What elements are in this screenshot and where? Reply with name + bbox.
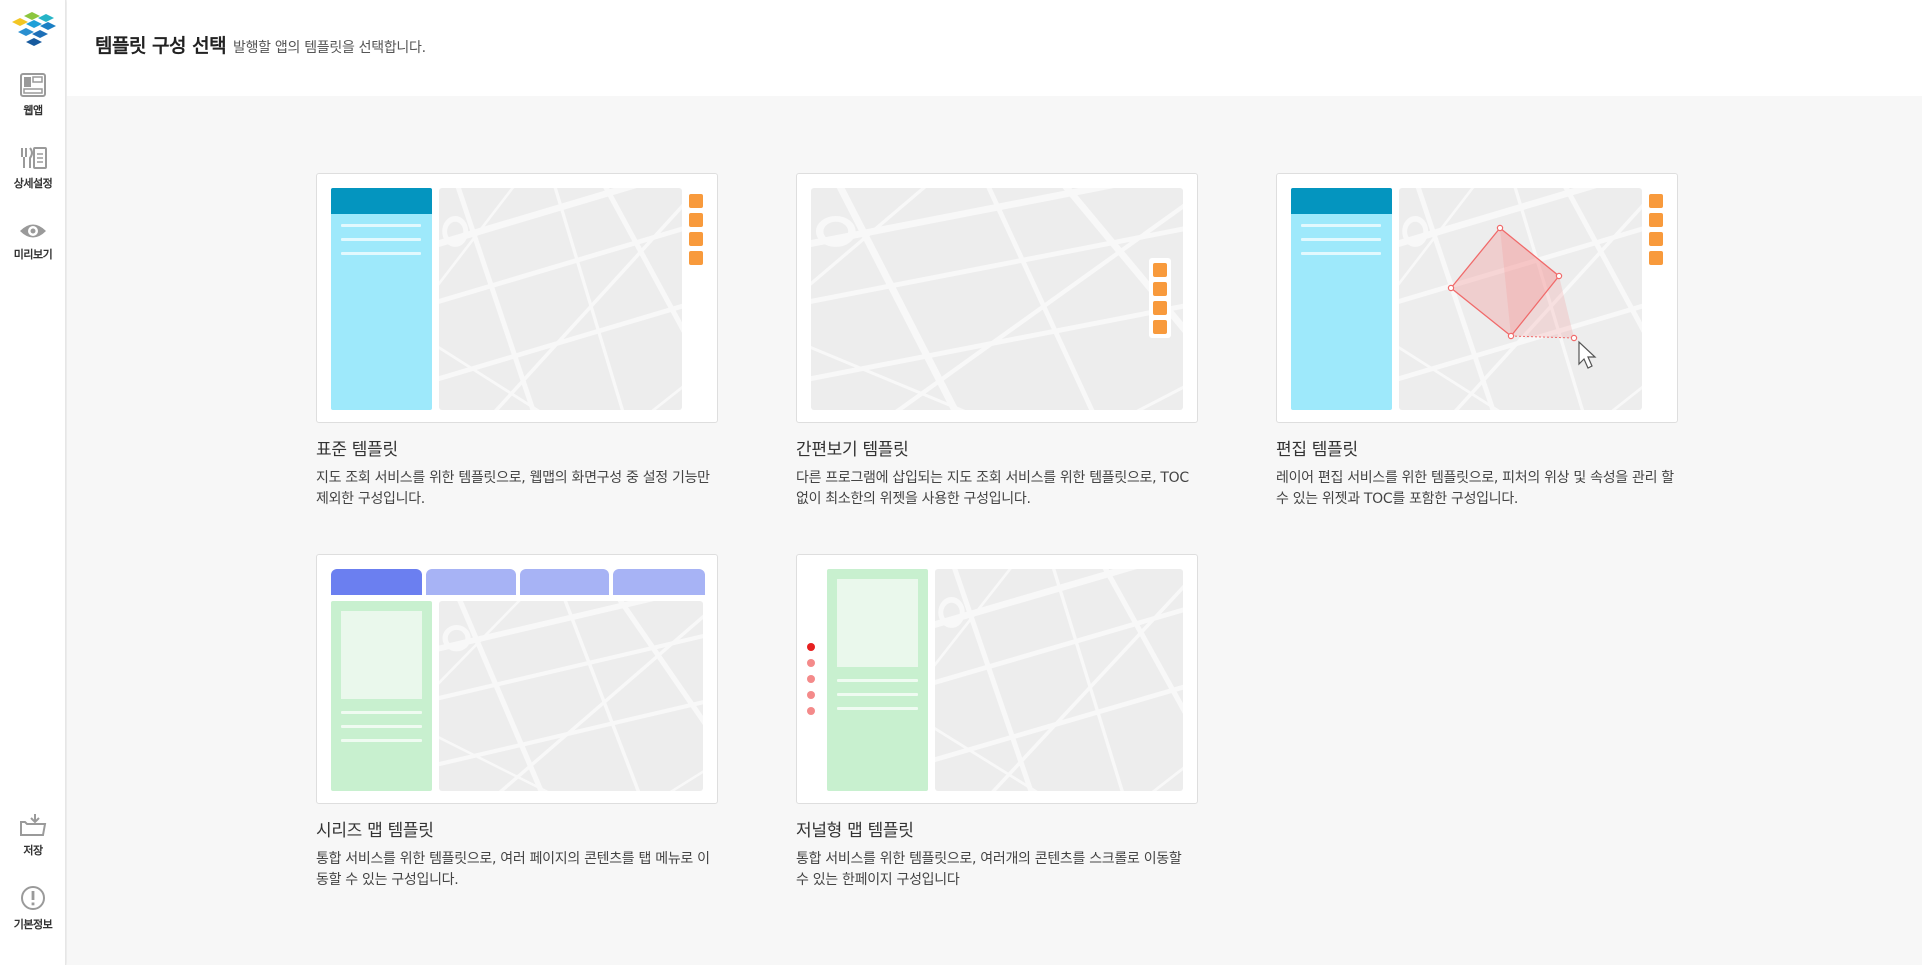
tool-button — [1649, 232, 1663, 246]
map-area — [439, 601, 703, 791]
tab — [520, 569, 609, 595]
template-card-edit[interactable]: 편집 템플릿 레이어 편집 서비스를 위한 템플릿으로, 피처의 위상 및 속성… — [1276, 173, 1678, 510]
scroll-indicator — [807, 659, 815, 667]
nav-item-preview[interactable]: 미리보기 — [0, 220, 66, 262]
scroll-indicator — [807, 691, 815, 699]
nav-label: 미리보기 — [13, 248, 53, 261]
sidebar: 웹앱 상세설정 미리보기 저장 기본정보 — [0, 0, 66, 965]
scroll-indicator-active — [807, 643, 815, 651]
nav-item-webapp[interactable]: 웹앱 — [0, 72, 66, 118]
eye-icon — [20, 224, 46, 238]
toc-panel — [331, 188, 432, 410]
scroll-indicator — [807, 707, 815, 715]
nav-label: 상세설정 — [13, 177, 53, 190]
template-thumbnail — [796, 173, 1198, 423]
template-card-journal-map[interactable]: 저널형 맵 템플릿 통합 서비스를 위한 템플릿으로, 여러개의 콘텐츠를 스크… — [796, 554, 1198, 891]
nav-item-save[interactable]: 저장 — [0, 812, 66, 858]
template-grid: 표준 템플릿 지도 조회 서비스를 위한 템플릿으로, 웹맵의 화면구성 중 설… — [67, 96, 1922, 965]
template-description: 레이어 편집 서비스를 위한 템플릿으로, 피처의 위상 및 속성을 관리 할 … — [1276, 470, 1674, 507]
tool-button — [689, 251, 703, 265]
tool-button — [1649, 213, 1663, 227]
settings-icon — [21, 147, 47, 169]
nav-item-basic-info[interactable]: 기본정보 — [0, 884, 66, 932]
nav-item-detail-settings[interactable]: 상세설정 — [0, 145, 66, 191]
tool-button — [689, 194, 703, 208]
template-description: 통합 서비스를 위한 템플릿으로, 여러 페이지의 콘텐츠를 탭 메뉴로 이동할… — [316, 851, 710, 888]
nav-label: 저장 — [23, 844, 43, 857]
info-icon — [21, 886, 45, 910]
tool-button — [1153, 263, 1167, 277]
tool-button — [1153, 282, 1167, 296]
map-area — [935, 569, 1183, 791]
toc-panel — [1291, 188, 1392, 410]
template-thumbnail — [316, 554, 718, 804]
page-header: 템플릿 구성 선택 발행할 앱의 템플릿을 선택합니다. — [67, 0, 1922, 96]
nav-label: 웹앱 — [23, 104, 43, 117]
edit-polygon-icon — [1447, 224, 1597, 369]
page-title: 템플릿 구성 선택 — [95, 35, 227, 57]
map-area — [811, 188, 1183, 410]
template-description: 다른 프로그램에 삽입되는 지도 조회 서비스를 위한 템플릿으로, TOC없이… — [796, 470, 1189, 507]
tool-button — [1153, 301, 1167, 315]
template-card-standard[interactable]: 표준 템플릿 지도 조회 서비스를 위한 템플릿으로, 웹맵의 화면구성 중 설… — [316, 173, 718, 510]
template-title: 간편보기 템플릿 — [796, 440, 909, 460]
tool-button — [1153, 320, 1167, 334]
layout-icon — [20, 73, 46, 97]
template-card-series-map[interactable]: 시리즈 맵 템플릿 통합 서비스를 위한 템플릿으로, 여러 페이지의 콘텐츠를… — [316, 554, 718, 891]
save-icon — [20, 814, 47, 836]
template-description: 통합 서비스를 위한 템플릿으로, 여러개의 콘텐츠를 스크롤로 이동할 수 있… — [796, 851, 1182, 888]
tool-button — [1649, 251, 1663, 265]
template-description: 지도 조회 서비스를 위한 템플릿으로, 웹맵의 화면구성 중 설정 기능만 제… — [316, 470, 710, 507]
tab — [426, 569, 516, 595]
template-card-simple[interactable]: 간편보기 템플릿 다른 프로그램에 삽입되는 지도 조회 서비스를 위한 템플릿… — [796, 173, 1198, 510]
template-title: 시리즈 맵 템플릿 — [316, 821, 434, 841]
nav-label: 기본정보 — [13, 918, 53, 931]
tab — [613, 569, 705, 595]
template-thumbnail — [316, 173, 718, 423]
template-title: 표준 템플릿 — [316, 440, 398, 460]
template-thumbnail — [1276, 173, 1678, 423]
map-area — [439, 188, 682, 410]
scroll-indicator — [807, 675, 815, 683]
tab-active — [331, 569, 422, 595]
content-panel — [827, 569, 928, 791]
tool-button — [1649, 194, 1663, 208]
template-title: 편집 템플릿 — [1276, 440, 1358, 460]
tool-button — [689, 213, 703, 227]
tool-button — [689, 232, 703, 246]
template-thumbnail — [796, 554, 1198, 804]
template-title: 저널형 맵 템플릿 — [796, 821, 914, 841]
page-subtitle: 발행할 앱의 템플릿을 선택합니다. — [233, 40, 426, 56]
content-panel — [331, 601, 432, 791]
logo-icon[interactable] — [4, 10, 62, 48]
